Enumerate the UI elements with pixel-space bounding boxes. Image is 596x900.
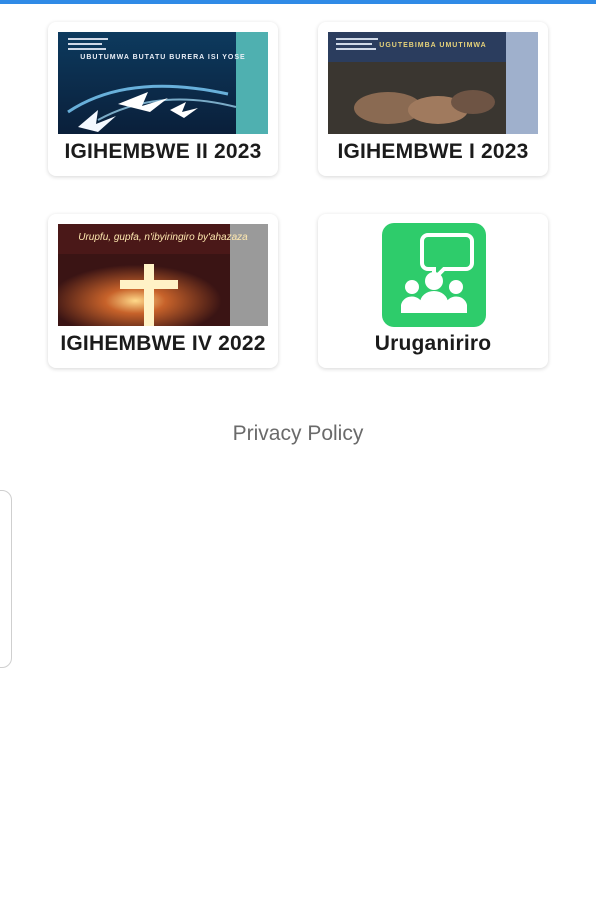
top-accent-bar [0, 0, 596, 4]
lesson-card-q4-2022[interactable]: Urupfu, gupfa, n'ibyiringiro by'ahazaza … [48, 214, 278, 368]
lesson-card-q1-2023[interactable]: UGUTEBIMBA UMUTIMWA IGIHEMBWE I 2023 [318, 22, 548, 176]
lesson-card-q2-2023[interactable]: UBUTUMWA BUTATU BURERA ISI YOSE IGIHEMBW… [48, 22, 278, 176]
card-label: IGIHEMBWE IV 2022 [60, 332, 266, 355]
side-drawer-handle[interactable] [0, 490, 12, 668]
card-label: IGIHEMBWE II 2023 [64, 140, 262, 163]
cover-image-q4-2022: Urupfu, gupfa, n'ibyiringiro by'ahazaza [58, 224, 268, 326]
cover-image-q2-2023: UBUTUMWA BUTATU BURERA ISI YOSE [58, 32, 268, 134]
forum-chat-icon [382, 223, 486, 327]
cover-title: UGUTEBIMBA UMUTIMWA [379, 42, 487, 49]
card-label: IGIHEMBWE I 2023 [337, 140, 529, 163]
card-label: Uruganiriro [374, 332, 492, 355]
cover-title: Urupfu, gupfa, n'ibyiringiro by'ahazaza [78, 232, 248, 243]
cover-title: UBUTUMWA BUTATU BURERA ISI YOSE [80, 54, 246, 61]
cover-image-q1-2023: UGUTEBIMBA UMUTIMWA [328, 32, 538, 134]
privacy-policy-link[interactable]: Privacy Policy [0, 422, 596, 446]
forum-card[interactable]: Uruganiriro [318, 214, 548, 368]
